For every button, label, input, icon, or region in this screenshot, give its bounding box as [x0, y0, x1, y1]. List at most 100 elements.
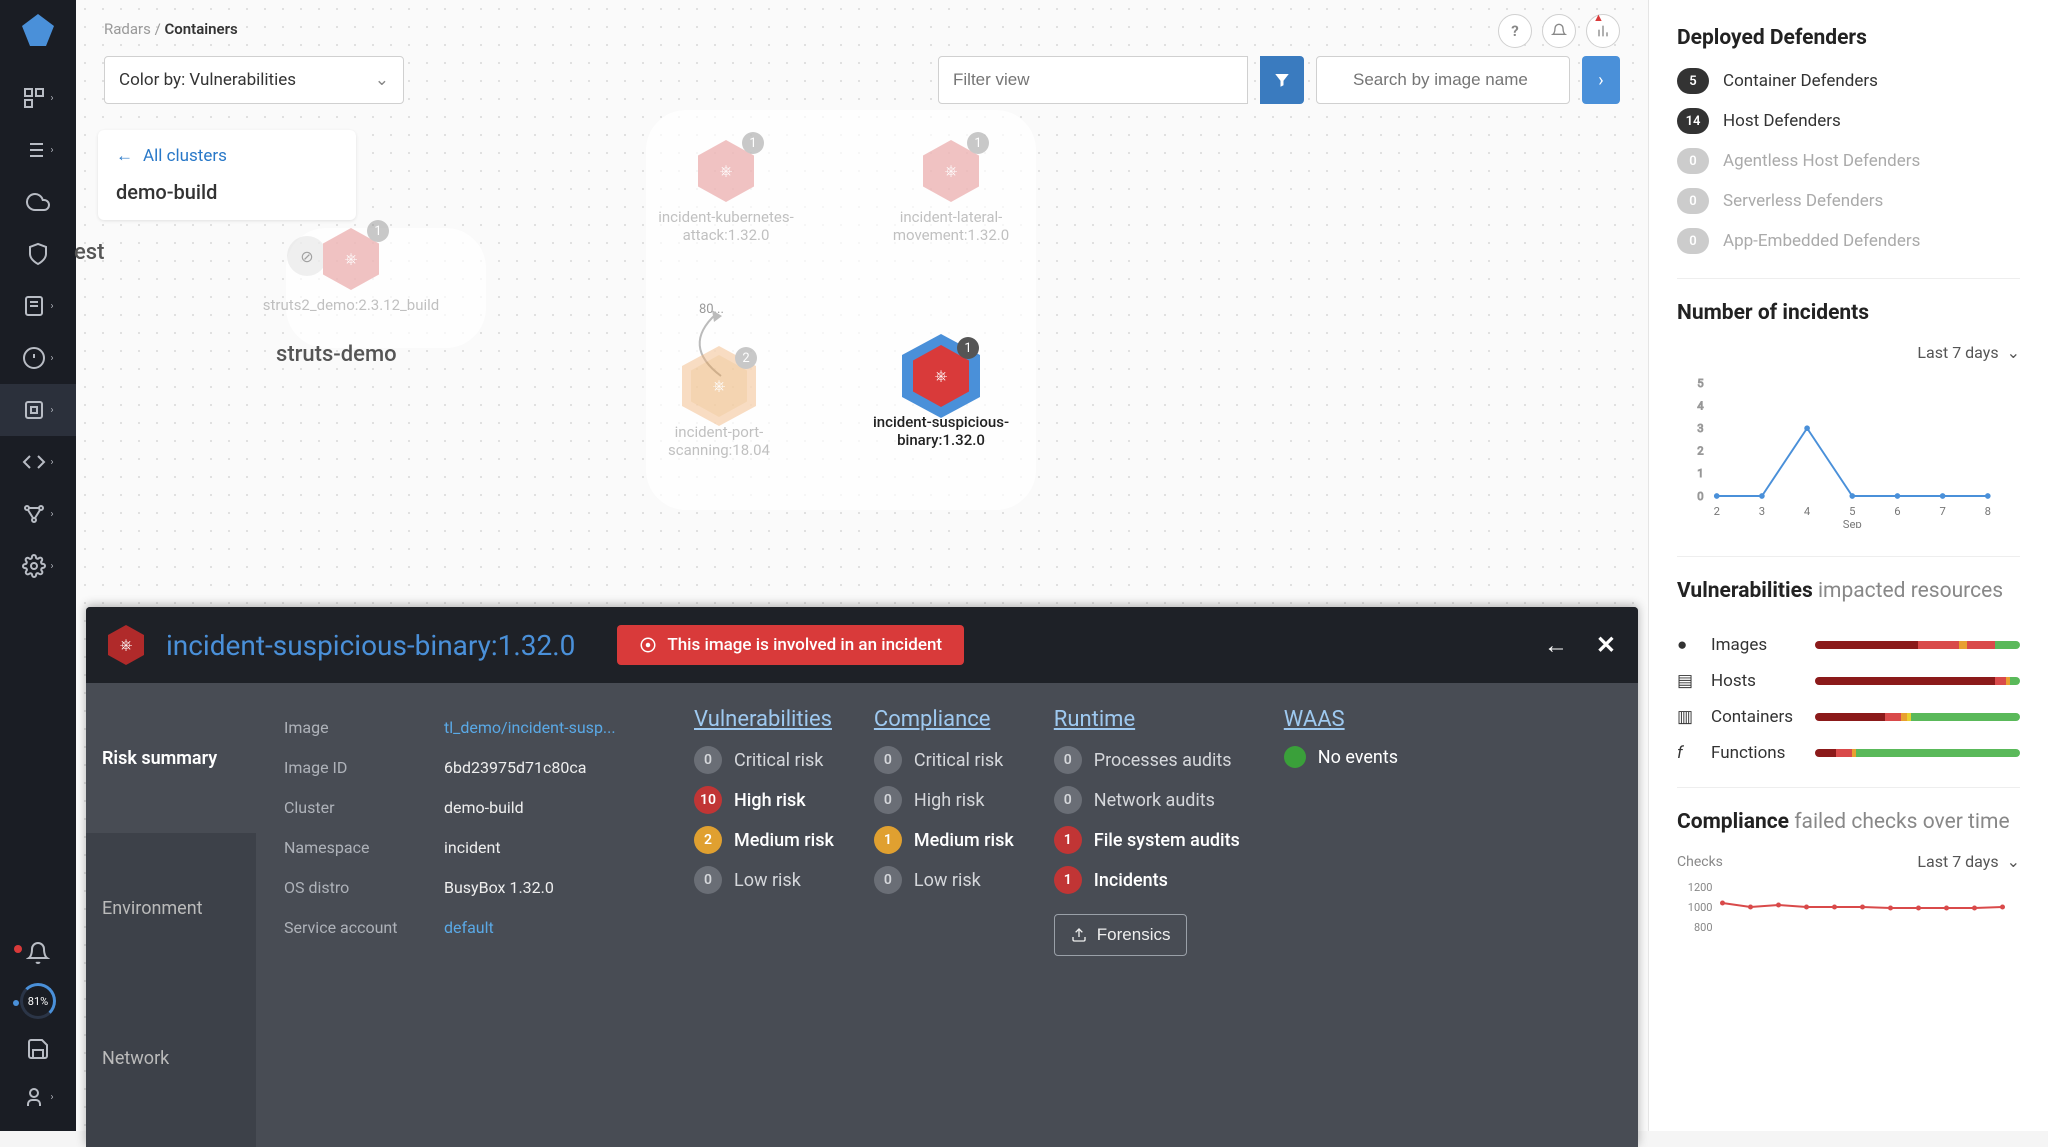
- defender-count: 0: [1677, 148, 1709, 174]
- chevron-down-icon: ⌄: [2007, 852, 2020, 871]
- svg-text:2: 2: [1697, 445, 1703, 458]
- svg-text:3: 3: [1759, 505, 1765, 518]
- deployed-defenders-heading: Deployed Defenders: [1677, 26, 2020, 50]
- kubernetes-icon: ⎈: [935, 366, 948, 386]
- node-lateral[interactable]: ⎈1 incident-lateral-movement:1.32.0: [871, 140, 1031, 244]
- search-image-input[interactable]: [1316, 56, 1570, 104]
- compliance-heading: Compliance failed checks over time: [1677, 810, 2020, 834]
- nav-alerts[interactable]: ›: [0, 332, 76, 384]
- filter-view-input[interactable]: [938, 56, 1248, 104]
- chevron-right-icon: ›: [50, 1092, 53, 1103]
- chevron-down-icon: ⌄: [375, 70, 389, 90]
- chevron-right-icon: ›: [50, 93, 53, 104]
- incident-banner[interactable]: This image is involved in an incident: [617, 625, 964, 665]
- all-clusters-link[interactable]: ←All clusters: [116, 146, 338, 166]
- runtime-link[interactable]: Runtime: [1054, 707, 1244, 732]
- svg-text:0: 0: [1697, 490, 1703, 503]
- defender-row[interactable]: 14Host Defenders: [1677, 108, 2020, 134]
- period-select-2[interactable]: Last 7 days⌄: [1917, 852, 2020, 871]
- defender-row[interactable]: 0Serverless Defenders: [1677, 188, 2020, 214]
- nav-network[interactable]: ›: [0, 488, 76, 540]
- function-icon: f: [1677, 743, 1697, 763]
- color-by-select[interactable]: Color by: Vulnerabilities ⌄: [104, 56, 404, 104]
- defender-label: App-Embedded Defenders: [1723, 231, 1920, 251]
- tab-environment[interactable]: Environment: [86, 833, 256, 983]
- nav-defend[interactable]: [0, 228, 76, 280]
- incidents-heading: Number of incidents: [1677, 301, 2020, 325]
- defender-row[interactable]: 5 Container Defenders: [1677, 68, 2020, 94]
- chevron-right-icon: ›: [50, 405, 53, 416]
- node-label: incident-port-scanning:18.04: [639, 423, 799, 459]
- compliance-chart: 12001000800: [1677, 877, 2020, 947]
- svg-text:3: 3: [1697, 422, 1703, 435]
- resource-row-hosts[interactable]: ▤ Hosts: [1677, 671, 2020, 691]
- detail-tabs: Risk summary Environment Network: [86, 683, 256, 1147]
- tab-risk-summary[interactable]: Risk summary: [86, 683, 256, 833]
- filter-button[interactable]: [1260, 56, 1304, 104]
- node-suspicious-binary[interactable]: ⎈ 1 incident-suspicious-binary:1.32.0: [861, 345, 1021, 449]
- nav-code[interactable]: ›: [0, 436, 76, 488]
- nav-compliance[interactable]: ›: [0, 280, 76, 332]
- runtime-column: Runtime 0Processes audits 0Network audit…: [1054, 707, 1244, 1123]
- nav-list[interactable]: ›: [0, 124, 76, 176]
- defender-label: Serverless Defenders: [1723, 191, 1883, 211]
- nav-save[interactable]: [0, 1025, 76, 1073]
- tab-network[interactable]: Network: [86, 983, 256, 1133]
- chevron-down-icon: ⌄: [2007, 343, 2020, 362]
- arrow-left-icon: ←: [116, 146, 133, 166]
- nav-settings[interactable]: ›: [0, 540, 76, 592]
- svg-text:8: 8: [1985, 505, 1991, 518]
- meta-column: Imagetl_demo/incident-susp... Image ID6b…: [284, 707, 654, 1123]
- defender-count: 5: [1677, 68, 1709, 94]
- detail-content: Imagetl_demo/incident-susp... Image ID6b…: [256, 683, 1638, 1147]
- image-link[interactable]: tl_demo/incident-susp...: [444, 718, 616, 737]
- waas-column: WAAS No events: [1284, 707, 1398, 1123]
- nav-health-gauge[interactable]: 81%: [0, 977, 76, 1025]
- incidents-chart: 543210 2345678 Sep: [1677, 368, 2020, 528]
- period-select[interactable]: Last 7 days⌄: [1917, 343, 2020, 362]
- svg-text:2: 2: [1714, 505, 1720, 518]
- chevron-right-icon: ›: [50, 561, 53, 572]
- waas-link[interactable]: WAAS: [1284, 707, 1398, 732]
- defender-label: Agentless Host Defenders: [1723, 151, 1920, 171]
- resource-row-containers[interactable]: ▥ Containers: [1677, 707, 2020, 727]
- breadcrumb-root[interactable]: Radars: [104, 20, 151, 38]
- node-struts2[interactable]: ⊘ ⎈ 1 struts2_demo:2.3.12_build: [271, 228, 431, 314]
- server-icon: ▤: [1677, 671, 1697, 691]
- vulnerabilities-link[interactable]: Vulnerabilities: [694, 707, 834, 732]
- node-badge: 1: [742, 132, 764, 154]
- forensics-button[interactable]: Forensics: [1054, 914, 1188, 956]
- node-k8s-attack[interactable]: ⎈1 incident-kubernetes-attack:1.32.0: [646, 140, 806, 244]
- svg-text:7: 7: [1939, 505, 1945, 518]
- right-panel: Deployed Defenders 5 Container Defenders 1…: [1648, 0, 2048, 1131]
- node-badge: 1: [367, 220, 389, 242]
- resource-row-images[interactable]: ● Images: [1677, 635, 2020, 655]
- detail-hex-icon: ⎈: [108, 625, 144, 665]
- nav-notifications[interactable]: [0, 929, 76, 977]
- cluster-breadcrumb-card: ←All clusters demo-build: [98, 130, 356, 220]
- node-badge: 1: [957, 337, 979, 359]
- close-button[interactable]: ✕: [1596, 631, 1616, 660]
- nav-cloud[interactable]: [0, 176, 76, 228]
- next-button[interactable]: ›: [1582, 56, 1620, 104]
- chevron-right-icon: ›: [50, 509, 53, 520]
- svg-text:4: 4: [1697, 399, 1704, 412]
- breadcrumb-current: Containers: [165, 20, 238, 38]
- svg-text:5: 5: [1697, 377, 1703, 390]
- cluster-name: demo-build: [116, 180, 338, 204]
- nav-account[interactable]: ›: [0, 1073, 76, 1121]
- toolbar: Radars / Containers Color by: Vulnerabil…: [76, 0, 1648, 104]
- back-button[interactable]: ←: [1544, 631, 1568, 660]
- resource-row-functions[interactable]: f Functions: [1677, 743, 2020, 763]
- defender-row[interactable]: 0 Agentless Host Defenders: [1677, 148, 2020, 174]
- defender-label: Container Defenders: [1723, 71, 1878, 91]
- kubernetes-icon: ⎈: [945, 161, 958, 181]
- node-port-scan[interactable]: ⎈ 2 incident-port-scanning:18.04: [639, 355, 799, 459]
- node-badge: 2: [735, 347, 757, 369]
- nav-dashboard[interactable]: ›: [0, 72, 76, 124]
- compliance-link[interactable]: Compliance: [874, 707, 1014, 732]
- left-nav-rail: › › › › › › › › 81% ›: [0, 0, 76, 1131]
- service-account-link[interactable]: default: [444, 918, 494, 937]
- nav-containers[interactable]: ›: [0, 384, 76, 436]
- defender-row[interactable]: 0App-Embedded Defenders: [1677, 228, 2020, 254]
